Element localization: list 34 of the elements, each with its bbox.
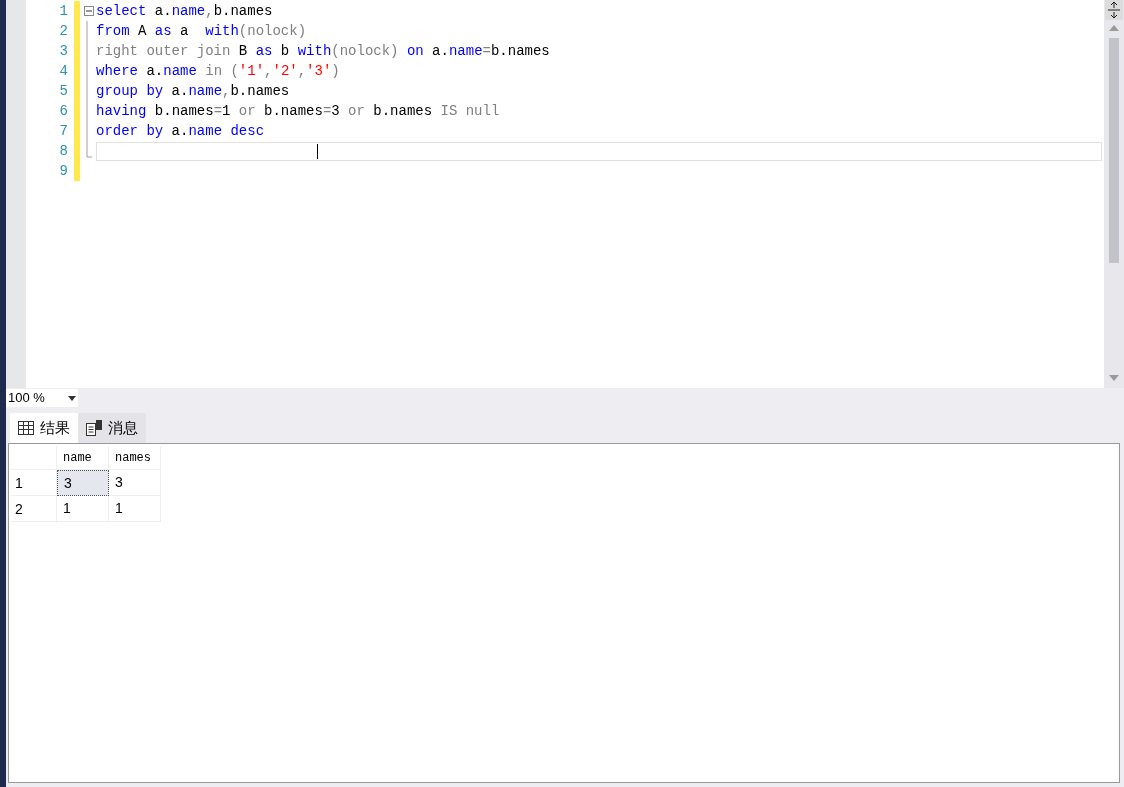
column-header[interactable]: names [109, 446, 161, 470]
split-icon[interactable] [1105, 0, 1123, 20]
line-number: 3 [58, 42, 69, 61]
table-cell[interactable]: 1 [57, 496, 109, 522]
row-number[interactable]: 2 [11, 496, 57, 522]
grid-icon [18, 421, 34, 435]
code-line: group by a.name,b.names [96, 82, 290, 101]
line-number: 6 [58, 102, 69, 121]
table-cell[interactable]: 3 [109, 470, 161, 496]
line-number: 8 [58, 142, 69, 161]
code-line: where a.name in ('1','2','3') [96, 62, 340, 81]
caret-icon [68, 395, 76, 401]
table-cell[interactable]: 1 [109, 496, 161, 522]
line-number: 5 [58, 82, 69, 101]
document-icon [86, 420, 102, 436]
table-cell[interactable]: 3 [57, 470, 109, 496]
code-line: right outer join B as b with(nolock) on a.name=b.names [96, 42, 550, 61]
scroll-down-icon[interactable] [1109, 374, 1119, 382]
code-line: order by a.name desc [96, 122, 265, 141]
scrollbar-thumb[interactable] [1109, 38, 1119, 263]
grid-corner[interactable] [11, 446, 57, 470]
zoom-dropdown[interactable]: 100 % [6, 389, 78, 407]
code-line: having b.names=1 or b.names=3 or b.names IS null [96, 102, 500, 121]
line-number: 4 [58, 62, 69, 81]
text-cursor [317, 143, 318, 159]
line-number: 1 [58, 2, 69, 21]
tab[interactable]: 消息 [78, 413, 146, 443]
code-line: from A as a with(nolock) [96, 22, 307, 41]
line-number: 7 [58, 122, 69, 141]
code-line: select a.name,b.names [96, 2, 273, 21]
line-number: 9 [58, 162, 69, 181]
line-number: 2 [58, 22, 69, 41]
scroll-up-icon[interactable] [1109, 24, 1119, 32]
tab[interactable]: 结果 [10, 413, 78, 443]
